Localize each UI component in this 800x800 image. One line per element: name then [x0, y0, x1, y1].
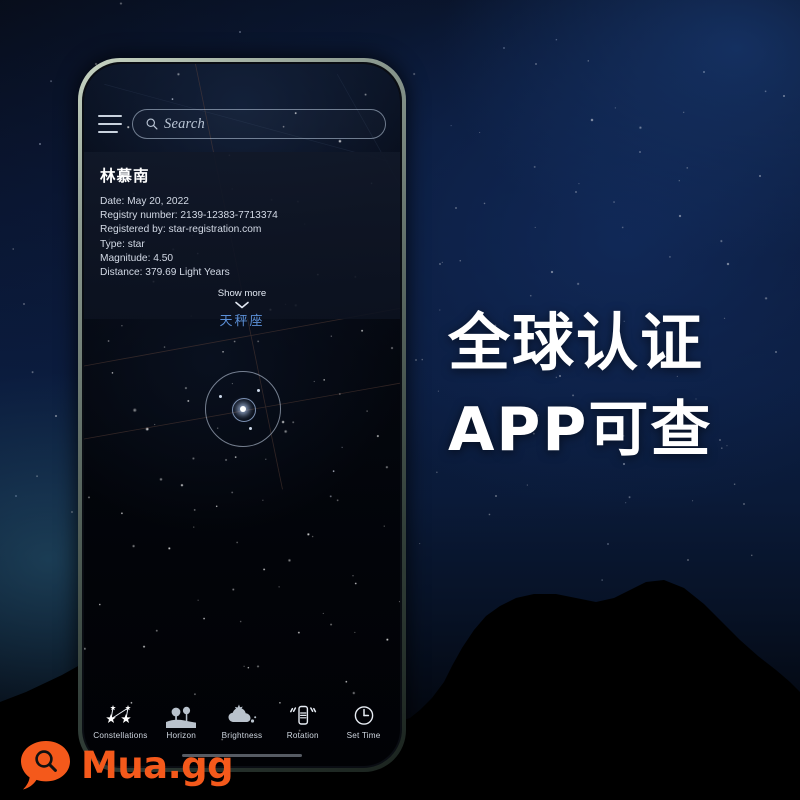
reticle-star-dot — [257, 389, 260, 392]
headline-line-2: APP可查 — [448, 395, 713, 465]
horizon-trees-icon — [166, 706, 197, 728]
star-name: 林慕南 — [100, 168, 150, 185]
app-top-bar: Search — [84, 104, 400, 144]
constellations-icon — [106, 705, 132, 723]
toolbar-label-constellations: Constellations — [93, 731, 148, 740]
watermark: Mua.gg — [20, 740, 234, 790]
search-placeholder-text: Search — [164, 115, 205, 132]
headline-line-1: 全球认证 — [448, 306, 705, 379]
search-icon — [146, 118, 158, 130]
toolbar-label-brightness: Brightness — [221, 731, 263, 740]
app-bottom-toolbar: Constellations Horizon Brightness Rotati… — [84, 686, 400, 740]
watermark-text: Mua.gg — [81, 743, 234, 787]
toolbar-item-brightness[interactable]: Brightness — [212, 704, 272, 740]
toolbar-item-set-time[interactable]: Set Time — [334, 704, 394, 740]
search-input[interactable]: Search — [132, 109, 386, 139]
star-target-reticle[interactable] — [205, 371, 281, 447]
hamburger-menu-icon[interactable] — [98, 115, 122, 133]
info-registered-by: Registered by: star-registration.com — [100, 224, 262, 236]
toolbar-label-horizon: Horizon — [166, 731, 196, 740]
app-screen: Search 林慕南 Date: May 20, 2022 Registry n… — [84, 64, 400, 766]
info-magnitude: Magnitude: 4.50 — [100, 252, 174, 264]
toolbar-item-constellations[interactable]: Constellations — [90, 704, 150, 740]
toolbar-label-set-time: Set Time — [346, 731, 381, 740]
promo-image: 全球认证 APP可查 Search 林慕南 Date: May 20, 2022… — [0, 0, 800, 800]
phone-rotation-icon — [289, 705, 316, 725]
toolbar-item-rotation[interactable]: Rotation — [273, 704, 333, 740]
speech-bubble-search-icon — [20, 740, 72, 790]
phone-bezel: Search 林慕南 Date: May 20, 2022 Registry n… — [82, 62, 402, 768]
reticle-star-dot — [219, 395, 222, 398]
headline-block: 全球认证 APP可查 — [448, 306, 778, 465]
reticle-star-dot — [249, 427, 252, 430]
info-date: Date: May 20, 2022 — [100, 196, 189, 207]
info-distance: Distance: 379.69 Light Years — [100, 267, 230, 279]
info-registry-number: Registry number: 2139-12383-7713374 — [100, 210, 278, 222]
clock-icon — [354, 706, 373, 725]
show-more-label: Show more — [217, 288, 267, 300]
info-type: Type: star — [100, 238, 145, 250]
brightness-cloud-icon — [228, 704, 257, 723]
toolbar-item-horizon[interactable]: Horizon — [151, 704, 211, 740]
selected-star-marker — [240, 406, 246, 412]
chevron-down-icon — [235, 301, 249, 309]
star-info-panel: 林慕南 Date: May 20, 2022 Registry number: … — [84, 152, 400, 320]
toolbar-label-rotation: Rotation — [286, 731, 319, 740]
constellation-label: 天秤座 — [219, 313, 265, 328]
phone-mockup: Search 林慕南 Date: May 20, 2022 Registry n… — [78, 58, 406, 772]
